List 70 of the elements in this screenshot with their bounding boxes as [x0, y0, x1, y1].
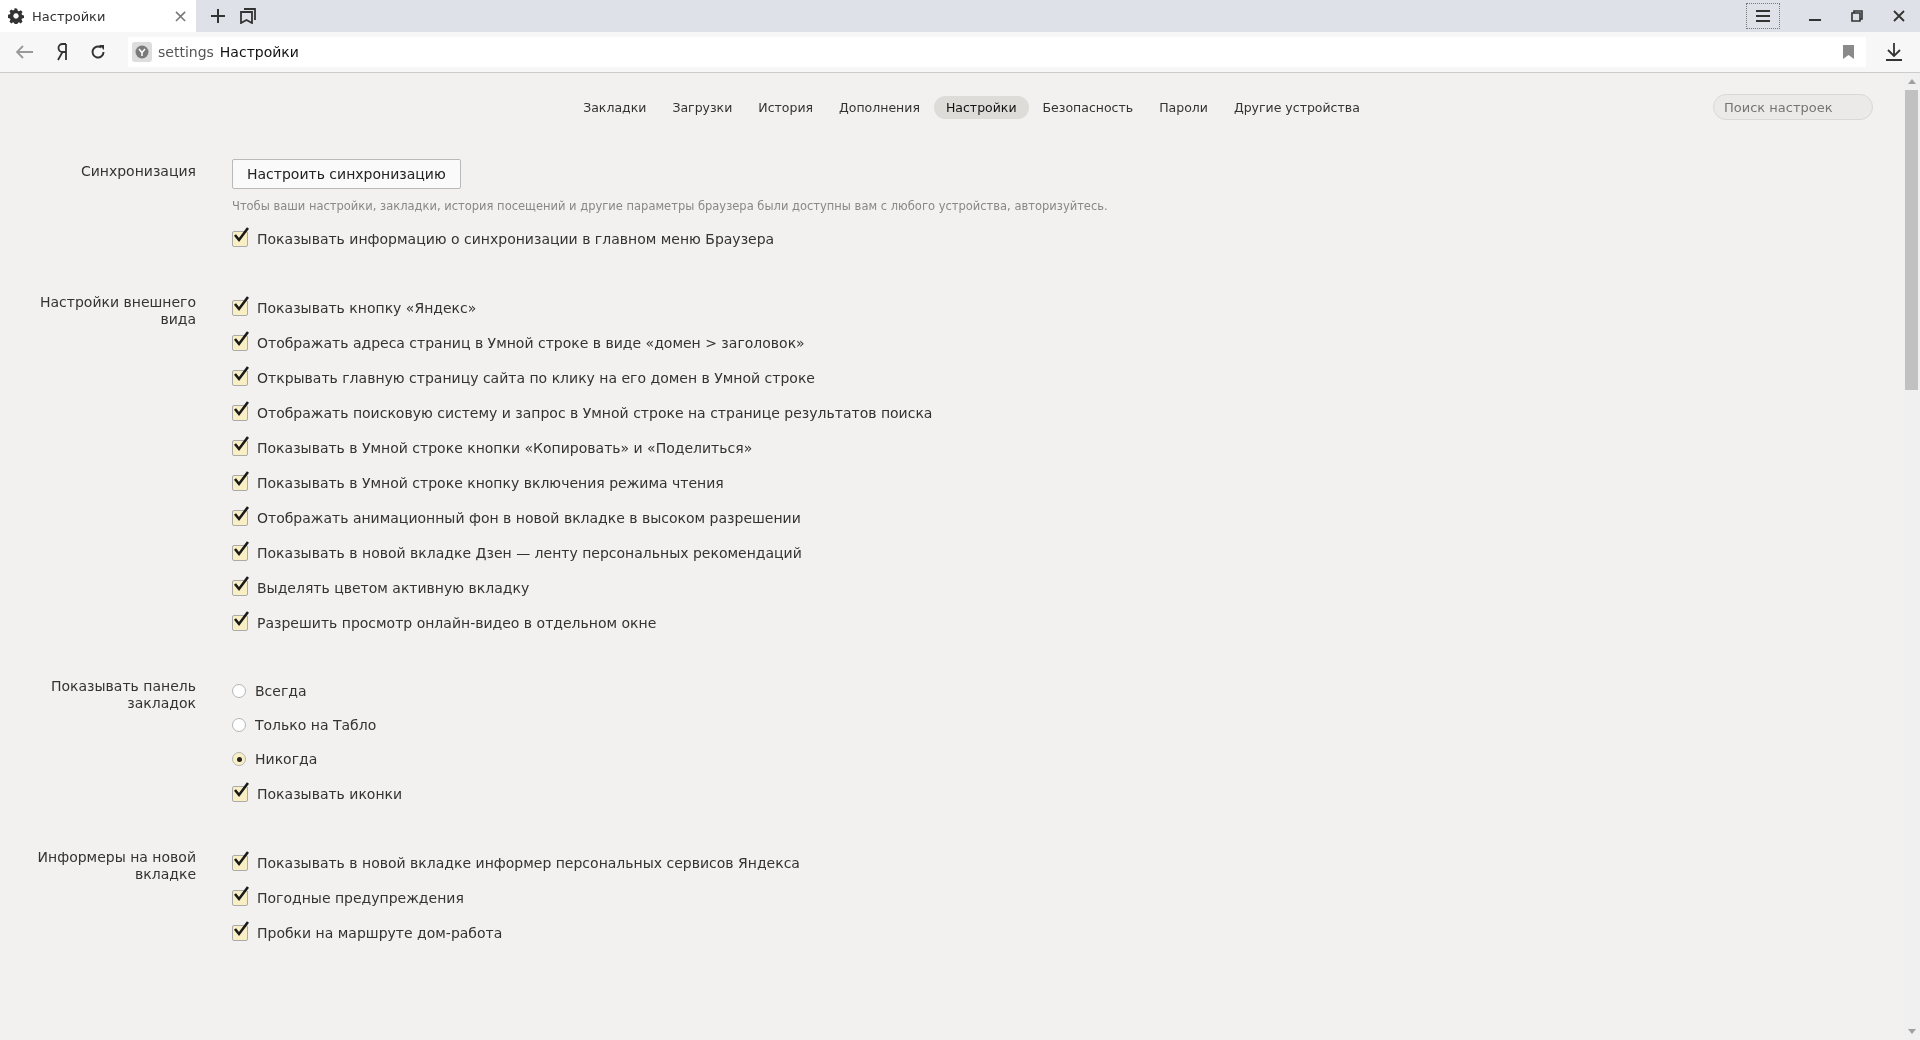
radio-label: Никогда: [255, 751, 318, 767]
checkbox[interactable]: [232, 369, 248, 386]
radio-button[interactable]: [232, 684, 246, 698]
nav-tab[interactable]: Настройки: [933, 95, 1029, 119]
nav-tab[interactable]: Другие устройства: [1221, 95, 1372, 119]
nav-tab[interactable]: Пароли: [1147, 95, 1220, 119]
checkbox[interactable]: [232, 614, 248, 631]
restore-icon[interactable]: [1851, 10, 1863, 22]
radio-button[interactable]: [232, 718, 246, 732]
checkbox-label: Показывать в новой вкладке информер персональных сервисов Яндекса: [257, 854, 800, 871]
nav-tab[interactable]: Загрузки: [660, 95, 745, 119]
address-field[interactable]: settings Настройки: [128, 37, 1866, 67]
checkbox[interactable]: [232, 334, 248, 351]
checkbox-label: Показывать информацию о синхронизации в главном меню Браузера: [257, 230, 775, 247]
nav-tab[interactable]: История: [746, 95, 826, 119]
checkbox[interactable]: [232, 509, 248, 526]
checkbox[interactable]: [232, 299, 248, 316]
page-title: Настройки: [219, 44, 299, 60]
tab-title: Настройки: [32, 8, 107, 24]
bookmark-icon[interactable]: [1843, 45, 1854, 59]
checkbox-label: Выделять цветом активную вкладку: [257, 579, 530, 596]
close-tab-button[interactable]: ×: [172, 7, 188, 25]
radio-label: Всегда: [255, 683, 307, 699]
checkbox-label: Показывать иконки: [257, 785, 403, 802]
section-label: Синхронизация: [79, 162, 196, 181]
close-icon[interactable]: [1893, 10, 1905, 22]
checkbox[interactable]: [232, 785, 248, 802]
checkbox-label: Пробки на маршруте дом-работа: [257, 924, 503, 941]
url-text: settings: [158, 44, 214, 60]
radio-label: Только на Табло: [255, 717, 377, 733]
reload-icon[interactable]: [90, 44, 106, 60]
nav-tab[interactable]: Дополнения: [827, 95, 932, 119]
nav-tab[interactable]: Безопасность: [1030, 95, 1146, 119]
hint-text: Чтобы ваши настройки, закладки, история посещений и другие параметры браузера были доступны вам с любого устройства, авторизуйтесь.: [232, 199, 1108, 213]
download-icon[interactable]: [1886, 43, 1902, 61]
checkbox[interactable]: [232, 474, 248, 491]
checkbox[interactable]: [232, 889, 248, 906]
checkbox-label: Показывать кнопку «Яндекс»: [257, 299, 477, 316]
checkbox[interactable]: [232, 544, 248, 561]
checkbox[interactable]: [232, 404, 248, 421]
checkbox[interactable]: [232, 439, 248, 456]
setup-sync-button[interactable]: Настроить синхронизацию: [232, 159, 461, 189]
section-label: Информеры на новой вкладке: [36, 848, 196, 884]
settings-icon: [8, 8, 24, 24]
nav-tab[interactable]: Закладки: [571, 95, 659, 119]
browser-logo-icon: [132, 42, 152, 62]
checkbox-label: Показывать в Умной строке кнопки «Копировать» и «Поделиться»: [257, 439, 753, 456]
checkbox-label: Отображать поисковую систему и запрос в Умной строке на странице результатов поиска: [257, 404, 933, 421]
checkbox[interactable]: [232, 924, 248, 941]
yandex-logo-icon[interactable]: [56, 43, 68, 61]
menu-icon[interactable]: [1746, 3, 1780, 29]
checkbox-label: Погодные предупреждения: [257, 889, 464, 906]
browser-tab[interactable]: Настройки ×: [0, 0, 196, 32]
back-icon[interactable]: [16, 45, 34, 59]
new-tab-icon[interactable]: [210, 8, 226, 24]
tabs-icon[interactable]: [240, 8, 256, 24]
section-label: Показывать панель закладок: [50, 677, 196, 713]
checkbox-label: Разрешить просмотр онлайн-видео в отдельном окне: [257, 614, 657, 631]
checkbox-label: Открывать главную страницу сайта по клику на его домен в Умной строке: [257, 369, 815, 386]
radio-button[interactable]: [232, 752, 246, 766]
checkbox-label: Показывать в новой вкладке Дзен — ленту персональных рекомендаций: [257, 544, 802, 561]
scroll-thumb[interactable]: [1905, 90, 1918, 390]
checkbox[interactable]: [232, 854, 248, 871]
section-label: Настройки внешнего вида: [38, 293, 196, 329]
checkbox-label: Показывать в Умной строке кнопку включения режима чтения: [257, 474, 724, 491]
search-field[interactable]: Поиск настроек: [1713, 94, 1873, 120]
checkbox[interactable]: [232, 230, 248, 247]
checkbox[interactable]: [232, 579, 248, 596]
checkbox-label: Отображать анимационный фон в новой вкладке в высоком разрешении: [257, 509, 801, 526]
checkbox-label: Отображать адреса страниц в Умной строке в виде «домен > заголовок»: [257, 334, 805, 351]
